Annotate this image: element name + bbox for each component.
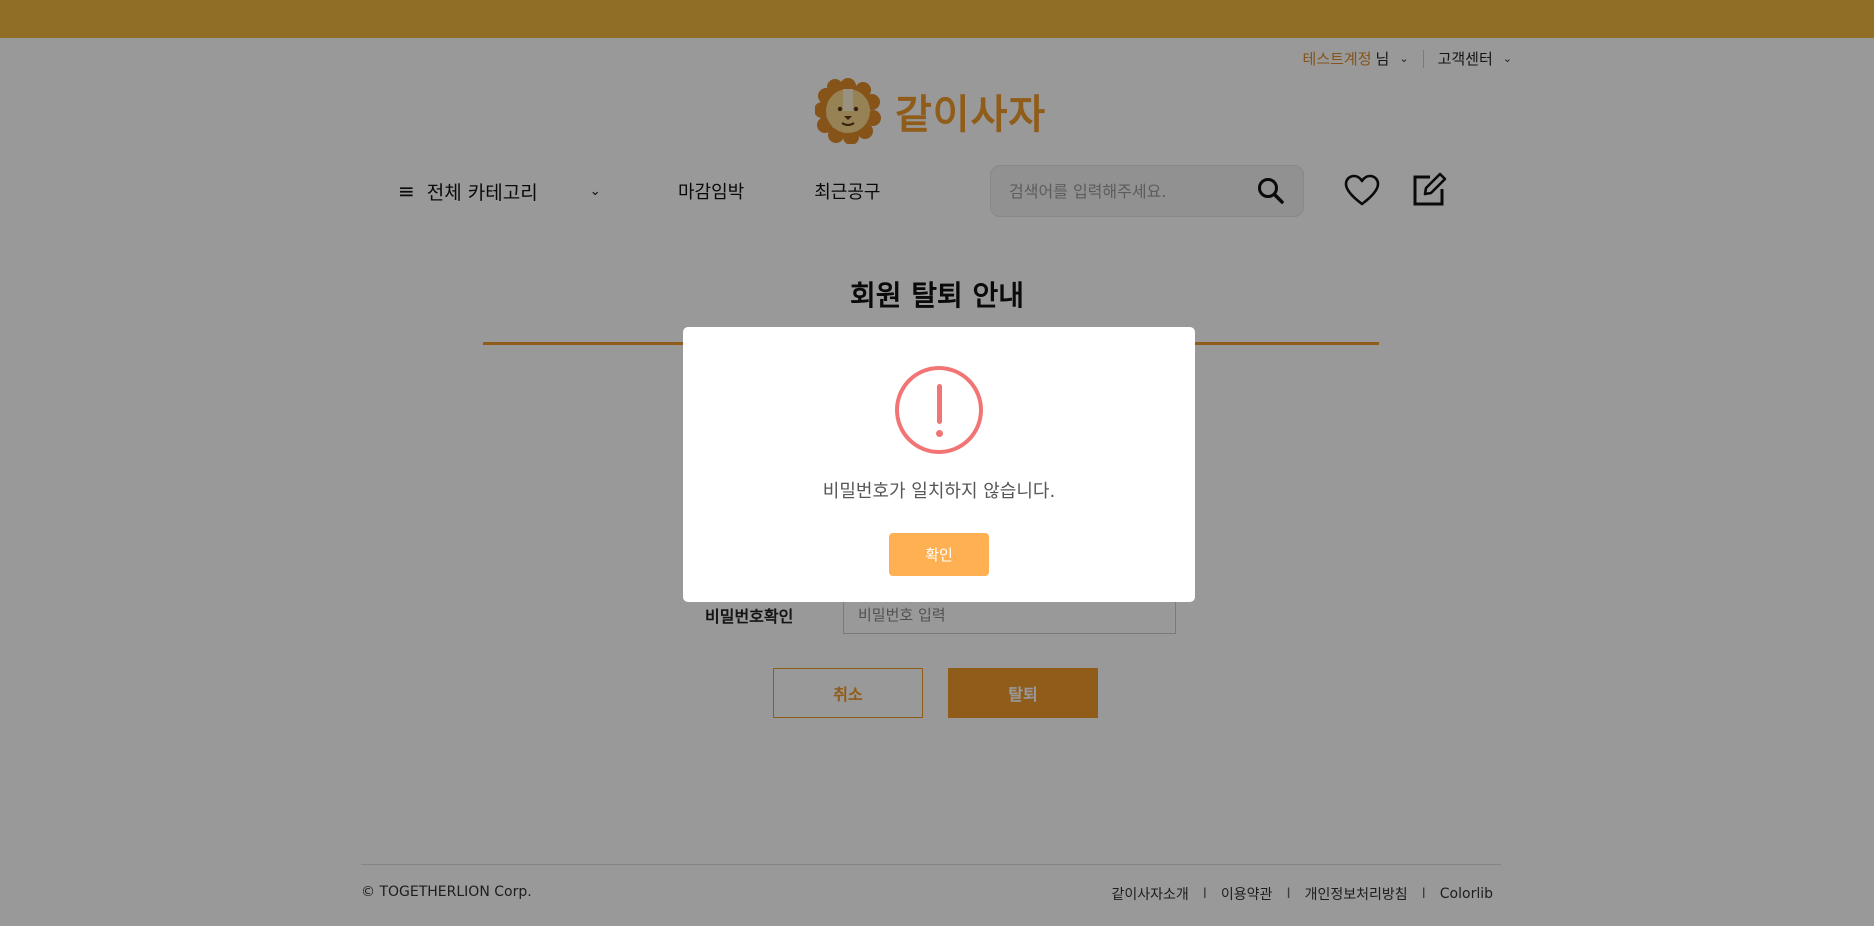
alert-dialog: 비밀번호가 일치하지 않습니다. 확인 <box>683 327 1195 602</box>
alert-message: 비밀번호가 일치하지 않습니다. <box>822 481 1056 502</box>
confirm-button[interactable]: 확인 <box>889 533 989 576</box>
warning-icon <box>895 366 983 454</box>
